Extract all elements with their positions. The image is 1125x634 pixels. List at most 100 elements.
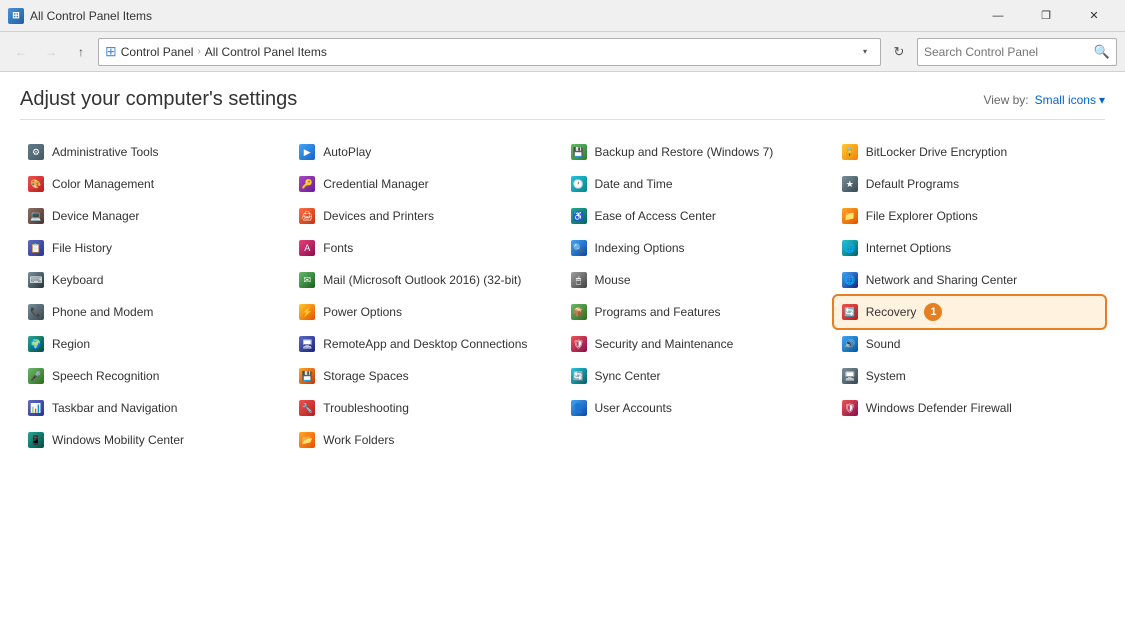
back-button[interactable]: ←: [8, 39, 34, 65]
search-icon[interactable]: 🔍: [1094, 44, 1110, 60]
panel-item-win-defender[interactable]: 🛡Windows Defender Firewall: [834, 392, 1105, 424]
security-icon: 🛡: [571, 336, 587, 352]
panel-item-network-sharing[interactable]: 🌐 Network and Sharing Center: [834, 264, 1105, 296]
panel-item-speech-recog[interactable]: 🎤 Speech Recognition: [20, 360, 291, 392]
restore-button[interactable]: ❐: [1023, 0, 1069, 32]
panel-item-default-programs[interactable]: ★Default Programs: [834, 168, 1105, 200]
address-box[interactable]: ⊞ Control Panel › All Control Panel Item…: [98, 38, 881, 66]
panel-item-device-manager[interactable]: 💻Device Manager: [20, 200, 291, 232]
item-label-sync-center: Sync Center: [595, 369, 661, 383]
item-label-phone-modem: Phone and Modem: [52, 305, 153, 319]
panel-item-work-folders[interactable]: 📂 Work Folders: [291, 424, 562, 456]
refresh-button[interactable]: ↻: [885, 38, 913, 66]
item-label-credential-mgr: Credential Manager: [323, 177, 428, 191]
panel-item-region[interactable]: 🌍Region: [20, 328, 291, 360]
breadcrumb-control-panel[interactable]: Control Panel: [121, 45, 194, 59]
panel-item-admin-tools[interactable]: ⚙Administrative Tools: [20, 136, 291, 168]
item-label-device-manager: Device Manager: [52, 209, 139, 223]
devprinter-icon: 🖨: [299, 208, 315, 224]
panel-item-date-time[interactable]: 🕐Date and Time: [563, 168, 834, 200]
item-label-taskbar-nav: Taskbar and Navigation: [52, 401, 177, 415]
workfold-icon: 📂: [299, 432, 315, 448]
breadcrumb: Control Panel › All Control Panel Items: [121, 45, 852, 59]
panel-item-keyboard[interactable]: ⌨Keyboard: [20, 264, 291, 296]
item-label-sound: Sound: [866, 337, 901, 351]
close-button[interactable]: ✕: [1071, 0, 1117, 32]
backup-icon: 💾: [571, 144, 587, 160]
panel-item-indexing-options[interactable]: 🔍 Indexing Options: [563, 232, 834, 264]
panel-item-phone-modem[interactable]: 📞 Phone and Modem: [20, 296, 291, 328]
panel-item-backup-restore[interactable]: 💾 Backup and Restore (Windows 7): [563, 136, 834, 168]
search-input[interactable]: [924, 45, 1090, 59]
address-icon: ⊞: [105, 43, 117, 60]
panel-item-file-explorer-options[interactable]: 📁File Explorer Options: [834, 200, 1105, 232]
item-label-bitlocker: BitLocker Drive Encryption: [866, 145, 1007, 159]
trouble-icon: 🔧: [299, 400, 315, 416]
panel-item-fonts[interactable]: AFonts: [291, 232, 562, 264]
panel-item-power-options[interactable]: ⚡Power Options: [291, 296, 562, 328]
panel-item-color-mgmt[interactable]: 🎨 Color Management: [20, 168, 291, 200]
item-label-file-explorer-options: File Explorer Options: [866, 209, 978, 223]
minimize-button[interactable]: —: [975, 0, 1021, 32]
panel-item-win-mobility[interactable]: 📱Windows Mobility Center: [20, 424, 291, 456]
panel-item-mouse[interactable]: 🖱Mouse: [563, 264, 834, 296]
panel-item-autoplay[interactable]: ▶AutoPlay: [291, 136, 562, 168]
address-dropdown-button[interactable]: ▾: [856, 41, 874, 63]
up-button[interactable]: ↑: [68, 39, 94, 65]
view-by-value[interactable]: Small icons ▾: [1035, 93, 1105, 107]
panel-item-troubleshooting[interactable]: 🔧Troubleshooting: [291, 392, 562, 424]
panel-item-storage-spaces[interactable]: 💾Storage Spaces: [291, 360, 562, 392]
panel-item-programs-features[interactable]: 📦Programs and Features: [563, 296, 834, 328]
control-panel-items-grid: ⚙Administrative Tools▶AutoPlay 💾 Backup an…: [20, 136, 1105, 456]
admin-icon: ⚙: [28, 144, 44, 160]
system-icon: 🖥: [842, 368, 858, 384]
item-label-internet-options: Internet Options: [866, 241, 951, 255]
ease-icon: ♿: [571, 208, 587, 224]
filehist-icon: 📋: [28, 240, 44, 256]
panel-item-security-maintenance[interactable]: 🛡Security and Maintenance: [563, 328, 834, 360]
breadcrumb-all-items[interactable]: All Control Panel Items: [205, 45, 327, 59]
notification-badge-recovery: 1: [924, 303, 942, 321]
item-label-region: Region: [52, 337, 90, 351]
panel-item-mail[interactable]: ✉Mail (Microsoft Outlook 2016) (32-bit): [291, 264, 562, 296]
item-label-storage-spaces: Storage Spaces: [323, 369, 408, 383]
item-label-indexing-options: Indexing Options: [595, 241, 685, 255]
panel-item-sync-center[interactable]: 🔄 Sync Center: [563, 360, 834, 392]
panel-item-devices-printers[interactable]: 🖨Devices and Printers: [291, 200, 562, 232]
item-label-backup-restore: Backup and Restore (Windows 7): [595, 145, 774, 159]
speech-icon: 🎤: [28, 368, 44, 384]
panel-item-remote-app[interactable]: 🖥RemoteApp and Desktop Connections: [291, 328, 562, 360]
panel-item-taskbar-nav[interactable]: 📊Taskbar and Navigation: [20, 392, 291, 424]
panel-item-credential-mgr[interactable]: 🔑Credential Manager: [291, 168, 562, 200]
panel-item-sound[interactable]: 🔊Sound: [834, 328, 1105, 360]
item-label-system: System: [866, 369, 906, 383]
search-box[interactable]: 🔍: [917, 38, 1117, 66]
panel-item-recovery[interactable]: 🔄Recovery1: [834, 296, 1105, 328]
item-label-network-sharing: Network and Sharing Center: [866, 273, 1017, 287]
panel-item-system[interactable]: 🖥 System: [834, 360, 1105, 392]
panel-item-user-accounts[interactable]: 👤User Accounts: [563, 392, 834, 424]
forward-button[interactable]: →: [38, 39, 64, 65]
panel-item-file-history[interactable]: 📋 File History: [20, 232, 291, 264]
chevron-down-icon: ▾: [1099, 93, 1105, 107]
item-label-file-history: File History: [52, 241, 112, 255]
panel-item-ease-access[interactable]: ♿Ease of Access Center: [563, 200, 834, 232]
sync-icon: 🔄: [571, 368, 587, 384]
indexing-icon: 🔍: [571, 240, 587, 256]
wmobil-icon: 📱: [28, 432, 44, 448]
item-label-autoplay: AutoPlay: [323, 145, 371, 159]
window-controls: — ❐ ✕: [975, 0, 1117, 32]
color-icon: 🎨: [28, 176, 44, 192]
internet-icon: 🌐: [842, 240, 858, 256]
phone-icon: 📞: [28, 304, 44, 320]
titlebar: ⊞ All Control Panel Items — ❐ ✕: [0, 0, 1125, 32]
bitlocker-icon: 🔒: [842, 144, 858, 160]
panel-item-internet-options[interactable]: 🌐 Internet Options: [834, 232, 1105, 264]
network-icon: 🌐: [842, 272, 858, 288]
item-label-user-accounts: User Accounts: [595, 401, 672, 415]
item-label-color-mgmt: Color Management: [52, 177, 154, 191]
item-label-speech-recog: Speech Recognition: [52, 369, 159, 383]
item-label-work-folders: Work Folders: [323, 433, 394, 447]
panel-item-bitlocker[interactable]: 🔒 BitLocker Drive Encryption: [834, 136, 1105, 168]
mail-icon: ✉: [299, 272, 315, 288]
